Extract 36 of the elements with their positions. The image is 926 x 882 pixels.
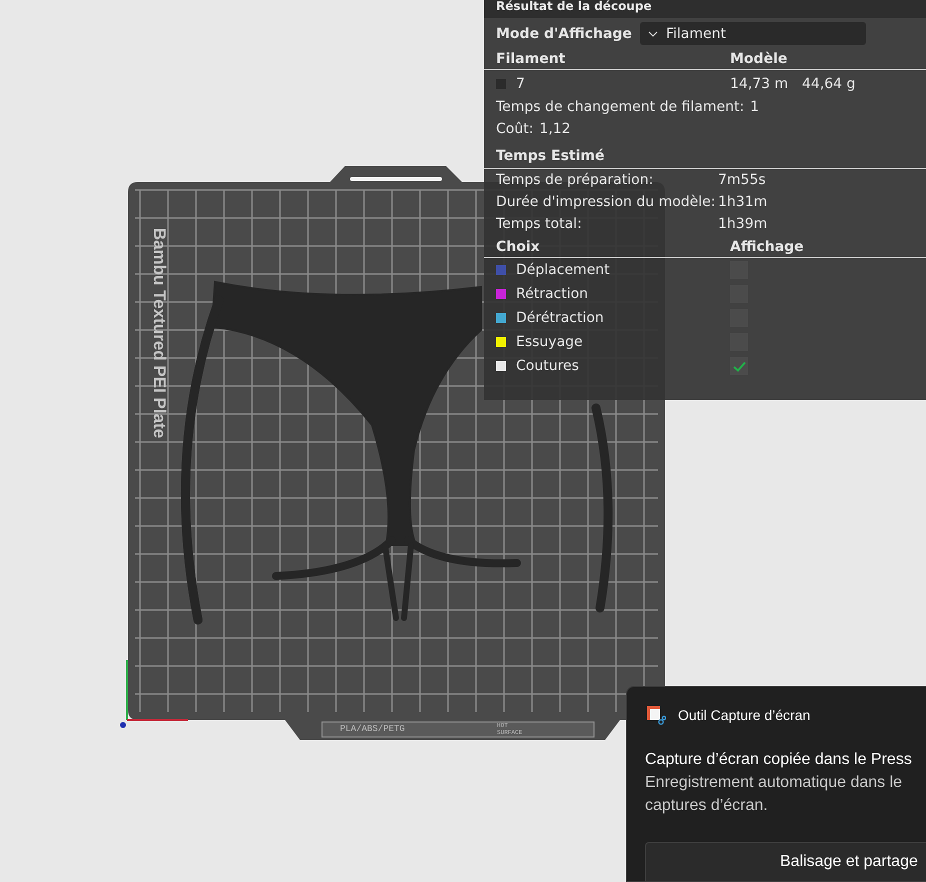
filament-weight: 44,64 g: [802, 75, 856, 94]
panel-title: Résultat de la découpe: [496, 0, 652, 13]
notification-title: Capture d’écran copiée dans le Press: [645, 751, 912, 768]
time-label: Durée d'impression du modèle:: [496, 193, 716, 212]
stat-value: 1,12: [539, 120, 571, 139]
time-label: Temps de préparation:: [496, 171, 654, 190]
legend-item: Essuyage: [496, 332, 730, 352]
stat-value: 1: [750, 98, 760, 117]
legend-item: Déplacement: [496, 260, 730, 280]
plate-label: Bambu Textured PEI Plate: [149, 226, 169, 440]
material-label: PLA/ABS/PETG: [340, 724, 405, 734]
section-heading: Temps Estimé: [496, 148, 604, 164]
time-value: 7m55s: [718, 171, 767, 190]
field-label: Mode d'Affichage: [496, 26, 632, 42]
checkbox[interactable]: [730, 357, 748, 375]
snipping-tool-icon: [646, 705, 666, 725]
stat-label: Temps de changement de filament:: [496, 98, 744, 117]
column-header: Choix: [496, 239, 541, 255]
time-value: 1h39m: [718, 215, 768, 234]
column-header: Filament: [496, 51, 566, 67]
notification-body: Enregistrement automatique dans le captures d’écran.: [645, 774, 902, 814]
stat-label: Coût:: [496, 120, 534, 139]
filament-length: 14,73 m: [730, 75, 790, 94]
axes-icon: [120, 660, 188, 728]
legend-item: Dérétraction: [496, 308, 730, 328]
app-name: Outil Capture d’écran: [678, 707, 810, 723]
legend-item: Rétraction: [496, 284, 730, 304]
time-value: 1h31m: [718, 193, 768, 212]
column-header: Affichage: [730, 239, 805, 255]
display-mode-dropdown[interactable]: Filament: [640, 22, 866, 45]
filament-name: 7: [496, 74, 730, 94]
chevron-icon: [648, 30, 658, 36]
column-header: Modèle: [730, 51, 788, 67]
markup-share-button[interactable]: Balisage et partage: [645, 842, 926, 882]
time-label: Temps total:: [496, 215, 583, 234]
legend-item: Coutures: [496, 356, 730, 376]
